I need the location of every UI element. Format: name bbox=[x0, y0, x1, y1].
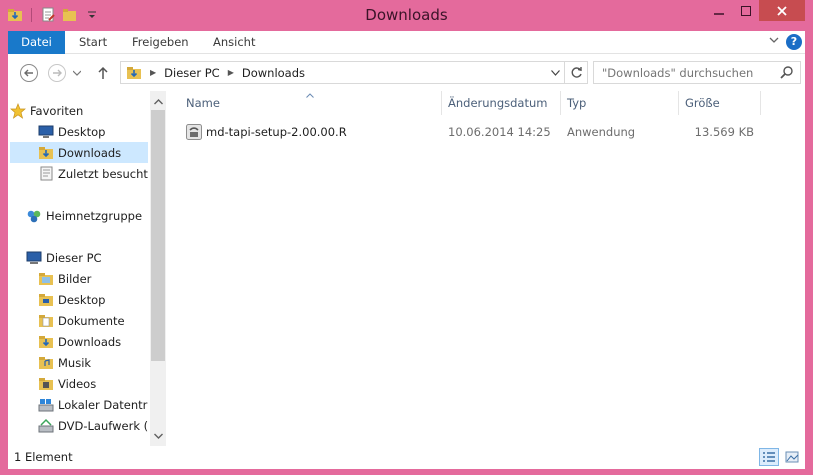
back-button[interactable] bbox=[18, 62, 40, 84]
column-header-name[interactable]: Name bbox=[180, 91, 442, 115]
nav-item-label: Bilder bbox=[58, 271, 92, 286]
nav-item-label: Videos bbox=[58, 376, 97, 391]
nav-item-label: Desktop bbox=[58, 292, 106, 307]
address-dropdown-button[interactable] bbox=[546, 62, 564, 83]
nav-item-label: Downloads bbox=[58, 145, 122, 160]
nav-item-dvd-laufwerk[interactable]: DVD-Laufwerk (D bbox=[10, 415, 148, 436]
nav-item-label: Favoriten bbox=[30, 103, 84, 118]
nav-item-favoriten[interactable]: Favoriten bbox=[10, 100, 148, 121]
status-bar: 1 Element bbox=[8, 446, 805, 469]
nav-item-dieser-pc[interactable]: Dieser PC bbox=[10, 247, 148, 268]
nav-item-dokumente[interactable]: Dokumente bbox=[10, 310, 148, 331]
file-type: Anwendung bbox=[567, 125, 636, 139]
refresh-button[interactable] bbox=[565, 61, 588, 84]
details-view-icon bbox=[762, 451, 776, 463]
maximize-button[interactable] bbox=[732, 0, 759, 21]
title-bar: Downloads bbox=[0, 0, 813, 30]
downloads-folder-icon bbox=[38, 334, 54, 350]
nav-item-desktop-pc[interactable]: Desktop bbox=[10, 289, 148, 310]
folder-icon bbox=[38, 271, 54, 287]
nav-item-bilder[interactable]: Bilder bbox=[10, 268, 148, 289]
search-input[interactable] bbox=[602, 65, 782, 80]
item-count: 1 Element bbox=[14, 450, 73, 464]
homegroup-icon bbox=[26, 208, 42, 224]
expand-ribbon-icon[interactable] bbox=[769, 36, 779, 47]
details-view-button[interactable] bbox=[759, 448, 779, 466]
minimize-button[interactable] bbox=[705, 0, 732, 21]
downloads-folder-icon bbox=[38, 145, 54, 161]
scrollbar-thumb[interactable] bbox=[151, 110, 165, 361]
dvd-drive-icon bbox=[38, 418, 54, 434]
address-bar[interactable]: ▶ Dieser PC ▶ Downloads bbox=[120, 61, 565, 84]
nav-item-label: Dieser PC bbox=[46, 250, 102, 265]
file-date: 10.06.2014 14:25 bbox=[448, 125, 551, 139]
search-icon[interactable] bbox=[780, 65, 794, 83]
large-icons-view-icon bbox=[785, 451, 799, 463]
nav-item-label: Musik bbox=[58, 355, 92, 370]
breadcrumb-dieser-pc[interactable]: Dieser PC bbox=[164, 66, 220, 80]
file-name: md-tapi-setup-2.00.00.R bbox=[206, 125, 347, 139]
nav-item-zuletzt-besucht[interactable]: Zuletzt besucht bbox=[10, 163, 148, 184]
tab-freigeben[interactable]: Freigeben bbox=[118, 31, 203, 54]
folder-icon bbox=[38, 376, 54, 392]
table-row[interactable]: md-tapi-setup-2.00.00.R 10.06.2014 14:25… bbox=[180, 120, 765, 144]
tab-start[interactable]: Start bbox=[65, 31, 121, 54]
file-list: Name Änderungsdatum Typ Größe md-tapi-se… bbox=[180, 91, 805, 446]
ribbon-tabs: Datei Start Freigeben Ansicht ? bbox=[8, 31, 805, 54]
breadcrumb-separator[interactable]: ▶ bbox=[228, 68, 234, 77]
nav-item-heimnetzgruppe[interactable]: Heimnetzgruppe bbox=[10, 205, 148, 226]
large-icons-view-button[interactable] bbox=[782, 448, 802, 466]
nav-item-label: Zuletzt besucht bbox=[58, 166, 148, 181]
column-divider[interactable] bbox=[760, 91, 761, 115]
search-box[interactable] bbox=[593, 61, 801, 84]
nav-item-downloads-pc[interactable]: Downloads bbox=[10, 331, 148, 352]
window-controls bbox=[705, 0, 805, 21]
file-size: 13.569 KB bbox=[694, 125, 754, 139]
up-button[interactable] bbox=[92, 62, 114, 84]
nav-item-downloads[interactable]: Downloads bbox=[10, 142, 148, 163]
column-header-size[interactable]: Größe bbox=[679, 91, 761, 115]
star-icon bbox=[10, 102, 26, 119]
nav-item-lokaler-datentraeger[interactable]: Lokaler Datenträg bbox=[10, 394, 148, 415]
scroll-down-icon[interactable] bbox=[150, 427, 166, 444]
folder-icon bbox=[38, 313, 54, 329]
close-button[interactable] bbox=[759, 0, 805, 21]
recent-icon bbox=[38, 166, 54, 182]
nav-item-label: DVD-Laufwerk (D bbox=[58, 418, 148, 433]
folder-icon bbox=[38, 355, 54, 371]
nav-item-videos[interactable]: Videos bbox=[10, 373, 148, 394]
explorer-content: Favoriten Desktop Downloads Zuletzt besu… bbox=[8, 91, 805, 446]
scroll-up-icon[interactable] bbox=[150, 93, 166, 110]
nav-item-musik[interactable]: Musik bbox=[10, 352, 148, 373]
nav-item-label: Dokumente bbox=[58, 313, 125, 328]
navigation-pane: Favoriten Desktop Downloads Zuletzt besu… bbox=[8, 91, 166, 446]
nav-item-desktop[interactable]: Desktop bbox=[10, 121, 148, 142]
folder-icon bbox=[38, 292, 54, 308]
desktop-icon bbox=[38, 124, 54, 140]
tab-datei[interactable]: Datei bbox=[8, 31, 65, 54]
nav-item-label: Desktop bbox=[58, 124, 106, 139]
tab-ansicht[interactable]: Ansicht bbox=[199, 31, 269, 54]
forward-button[interactable] bbox=[46, 62, 68, 84]
help-button[interactable]: ? bbox=[786, 34, 802, 50]
window-title: Downloads bbox=[365, 6, 448, 24]
application-icon bbox=[186, 124, 202, 140]
computer-icon bbox=[26, 250, 42, 266]
downloads-folder-icon bbox=[126, 65, 142, 81]
nav-item-label: Heimnetzgruppe bbox=[46, 208, 143, 223]
column-header-type[interactable]: Typ bbox=[561, 91, 679, 115]
breadcrumb-downloads[interactable]: Downloads bbox=[242, 66, 305, 80]
drive-icon bbox=[38, 397, 54, 413]
nav-item-label: Lokaler Datenträg bbox=[58, 397, 148, 412]
column-header-date[interactable]: Änderungsdatum bbox=[442, 91, 560, 115]
nav-item-label: Downloads bbox=[58, 334, 122, 349]
breadcrumb-separator[interactable]: ▶ bbox=[150, 68, 156, 77]
explorer-window: Downloads Datei Start Freigeben Ansicht … bbox=[0, 0, 813, 475]
recent-locations-icon[interactable] bbox=[70, 62, 84, 84]
nav-scrollbar[interactable] bbox=[150, 91, 166, 446]
address-bar-row: ▶ Dieser PC ▶ Downloads bbox=[8, 54, 805, 91]
